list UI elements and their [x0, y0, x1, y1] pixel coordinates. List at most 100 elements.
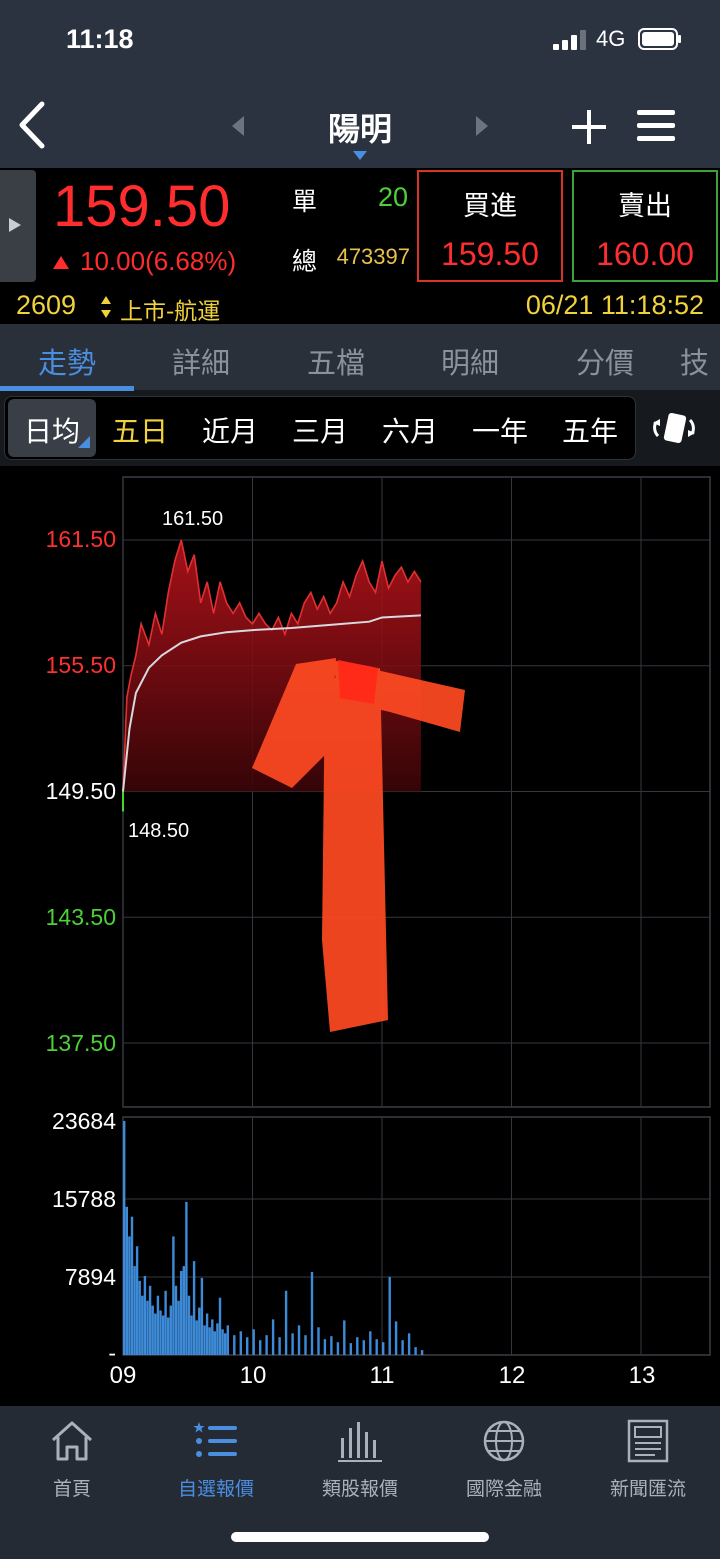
volume-bar [200, 1277, 204, 1355]
volume-bar [284, 1290, 288, 1355]
nav-watchlist-label: 自選報價 [177, 1478, 254, 1500]
next-stock-arrow-icon[interactable] [474, 116, 488, 136]
volume-bar [349, 1343, 352, 1355]
volume-bar [159, 1310, 162, 1355]
period-5-day[interactable]: 五日 [100, 410, 180, 450]
volume-bar [310, 1272, 314, 1355]
y-tick-label: 161.50 [45, 526, 116, 552]
volume-bar [138, 1280, 141, 1355]
volume-bar [216, 1323, 219, 1355]
period-1-month[interactable]: 近月 [190, 410, 270, 450]
add-icon[interactable] [570, 108, 608, 146]
single-volume-label: 單 [292, 187, 318, 216]
period-daily-avg[interactable]: 日均 [12, 410, 92, 450]
buy-price: 159.50 [441, 236, 539, 272]
volume-bar [246, 1337, 249, 1355]
total-volume-label: 總 [292, 247, 318, 276]
nav-news[interactable]: 新聞匯流 [588, 1418, 708, 1501]
up-triangle-icon [53, 256, 69, 269]
x-tick-label: 09 [109, 1362, 137, 1389]
volume-bar [407, 1333, 411, 1355]
nav-watchlist[interactable]: 自選報價 [156, 1418, 276, 1501]
expand-arrow-icon [9, 218, 21, 232]
volume-bar [133, 1266, 136, 1355]
period-6-month[interactable]: 六月 [370, 410, 450, 450]
volume-bar [164, 1290, 167, 1355]
volume-bar [224, 1333, 227, 1355]
up-down-arrows-icon [101, 296, 111, 318]
total-volume-value: 473397 [336, 244, 410, 269]
volume-bar [336, 1342, 340, 1355]
x-tick-label: 13 [628, 1362, 656, 1389]
nav-home[interactable]: 首頁 [12, 1418, 132, 1501]
buy-button[interactable]: 買進 159.50 [417, 170, 563, 282]
volume-bar [135, 1246, 139, 1355]
volume-bar [177, 1300, 180, 1355]
period-3-month[interactable]: 三月 [280, 410, 360, 450]
volume-bar [369, 1331, 372, 1355]
volume-bar [401, 1340, 404, 1355]
volume-bar [125, 1206, 128, 1355]
volume-bar [382, 1342, 385, 1355]
volume-bar [180, 1271, 183, 1355]
volume-bar [169, 1305, 172, 1355]
dropdown-caret-icon [353, 151, 367, 160]
home-indicator [231, 1532, 489, 1542]
volume-bar [182, 1266, 185, 1355]
volume-bar [213, 1331, 216, 1355]
menu-icon[interactable] [637, 108, 675, 144]
period-1-year[interactable]: 一年 [460, 410, 540, 450]
volume-bar [141, 1295, 144, 1355]
volume-bar [198, 1307, 201, 1355]
stock-name-title[interactable]: 陽明 [300, 104, 420, 150]
volume-bar [205, 1313, 209, 1355]
tab-five-levels[interactable]: 五檔 [276, 340, 396, 382]
nav-sector-label: 類股報價 [321, 1478, 398, 1500]
sell-button[interactable]: 賣出 160.00 [572, 170, 718, 282]
volume-bar [130, 1216, 134, 1355]
volume-y-tick-label: 15788 [52, 1186, 116, 1212]
volume-bar [414, 1347, 417, 1355]
nav-international[interactable]: 國際金融 [444, 1418, 564, 1501]
volume-bar [271, 1319, 275, 1355]
volume-bar [356, 1337, 359, 1355]
volume-bar [203, 1325, 206, 1355]
y-tick-label: 137.50 [45, 1030, 116, 1056]
volume-bar [265, 1335, 268, 1355]
watchlist-icon [193, 1422, 237, 1457]
quote-datetime: 06/21 11:18:52 [525, 290, 704, 320]
volume-bar [154, 1313, 157, 1355]
volume-bar [156, 1295, 160, 1355]
stock-code: 2609 [16, 290, 77, 320]
hand-drawn-mark [252, 658, 465, 1032]
volume-bar [221, 1329, 224, 1355]
nav-news-label: 新聞匯流 [609, 1478, 686, 1500]
volume-bar [167, 1317, 170, 1355]
tab-details[interactable]: 詳細 [141, 340, 261, 382]
status-time: 11:18 [66, 24, 134, 54]
volume-bar [151, 1305, 154, 1355]
high-price-annotation: 161.50 [162, 508, 224, 530]
last-price: 159.50 [53, 174, 231, 239]
tab-trend[interactable]: 走勢 [7, 340, 127, 382]
previous-stock-arrow-icon[interactable] [232, 116, 246, 136]
x-tick-label: 12 [498, 1362, 526, 1389]
tab-transactions[interactable]: 明細 [410, 340, 530, 382]
volume-frame [122, 1116, 711, 1356]
volume-bar [278, 1337, 281, 1355]
x-tick-label: 11 [369, 1362, 395, 1389]
buy-label: 買進 [463, 191, 517, 222]
volume-bar [148, 1285, 152, 1355]
tab-price-distribution[interactable]: 分價 [545, 340, 665, 382]
low-price-annotation: 148.50 [128, 820, 190, 842]
rotate-screen-icon[interactable] [652, 410, 696, 446]
tab-technical[interactable]: 技 [680, 340, 720, 382]
volume-bar [317, 1327, 320, 1355]
period-5-year[interactable]: 五年 [550, 410, 630, 450]
price-change: 10.00(6.68%) [80, 246, 237, 276]
sell-price: 160.00 [596, 236, 694, 272]
nav-sector[interactable]: 類股報價 [300, 1418, 420, 1501]
volume-bar [239, 1331, 242, 1355]
volume-bar [161, 1315, 165, 1355]
back-arrow-icon[interactable] [14, 100, 50, 150]
